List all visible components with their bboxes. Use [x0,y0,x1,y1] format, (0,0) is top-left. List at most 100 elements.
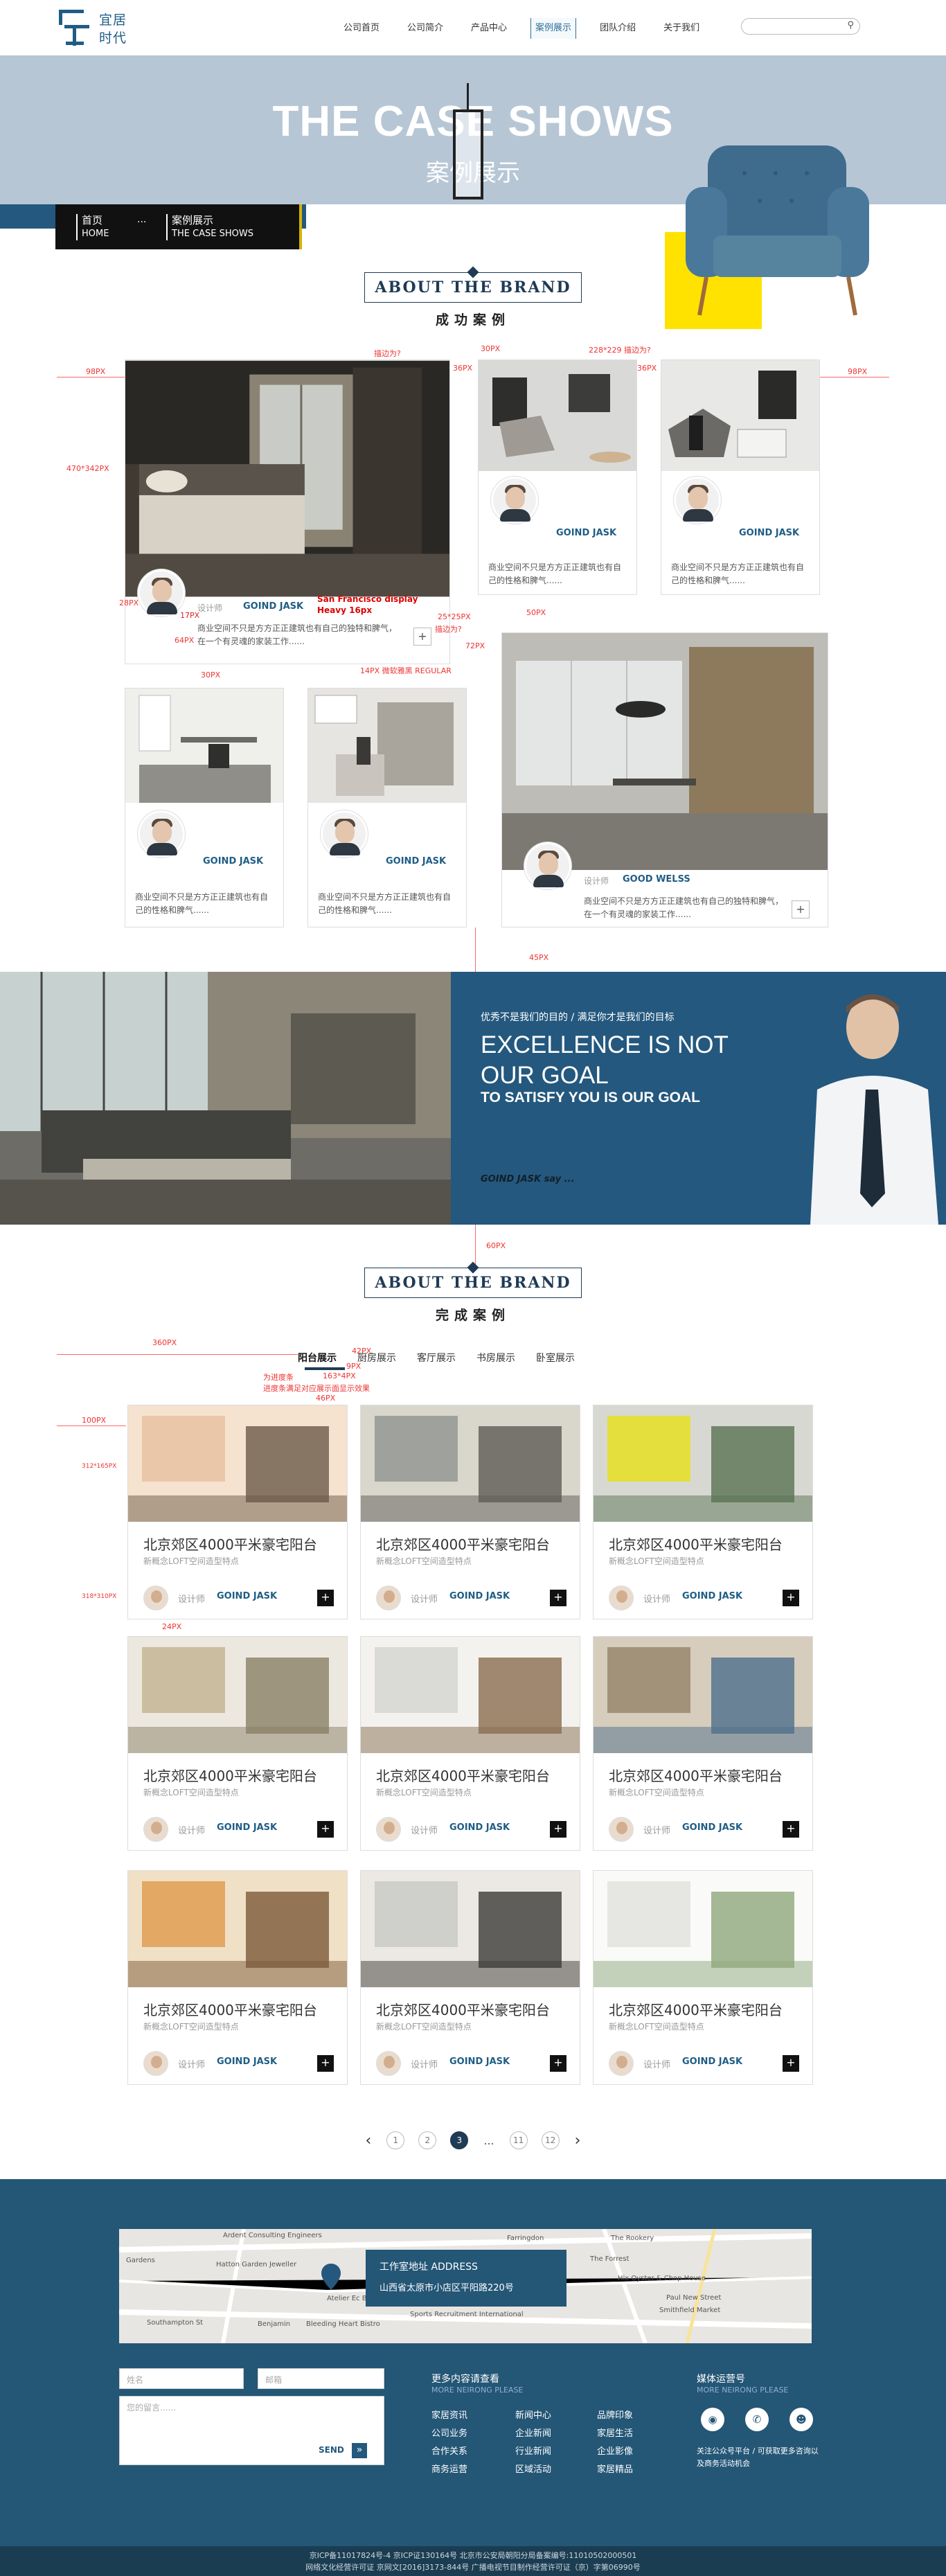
annotation: 描边为? [374,349,401,358]
more-button[interactable]: + [317,1821,334,1838]
annotation: 14PX 微软雅黑 REGULAR [360,666,452,675]
breadcrumb-current: 案例展示 THE CASE SHOWS [166,214,253,240]
nav-team[interactable]: 团队介绍 [596,18,640,39]
next-page-button[interactable]: › [575,2132,581,2149]
case-card-large[interactable]: 设计师 GOIND JASK 商业空间不只是方方正正建筑也有自己的独特和脾气，在… [125,359,450,664]
footer-link[interactable]: 品牌印象 [597,2408,633,2421]
designer-avatar [376,2051,401,2076]
breadcrumb-accent [299,204,302,249]
designer-avatar [524,842,571,889]
designer-name: GOIND JASK [449,2057,510,2067]
more-button[interactable]: + [783,1821,799,1838]
project-card[interactable]: 北京郊区4000平米豪宅阳台 新概念LOFT空间造型特点 设计师 GOIND JASK… [360,1636,580,1851]
send-button[interactable]: SEND [319,2445,344,2455]
annotation: 64PX [175,636,195,645]
footer-link[interactable]: 新闻中心 [515,2408,551,2421]
more-button[interactable]: + [550,1821,566,1838]
case-card-bl1[interactable]: GOIND JASK 商业空间不只是方方正正建筑也有自己的性格和脾气...... [125,688,284,927]
tab-living[interactable]: 客厅展示 [417,1351,456,1365]
tab-balcony[interactable]: 阳台展示 [298,1351,337,1365]
guide-line [475,1225,476,1268]
project-photo [128,1405,347,1522]
case-card-br[interactable]: 设计师 GOOD WELSS 商业空间不只是方方正正建筑也有自己的独特和脾气，在… [501,632,828,927]
nav-cases[interactable]: 案例展示 [530,18,577,39]
nav-products[interactable]: 产品中心 [467,18,511,39]
case-description: 商业空间不只是方方正正建筑也有自己的独特和脾气，在一个有灵魂的家装工作.....… [584,896,784,919]
annotation: 60PX [486,1241,506,1250]
annotation: 100PX [82,1416,107,1425]
message-field[interactable]: 您的留言...... [119,2396,384,2465]
case-card-tr2[interactable]: GOIND JASK 商业空间不只是方方正正建筑也有自己的性格和脾气...... [661,359,820,595]
wechat-icon[interactable]: ✆ [745,2408,769,2431]
email-field[interactable]: 邮箱 [258,2368,384,2389]
annotation: 46PX [316,1394,336,1403]
nav-about[interactable]: 公司简介 [403,18,447,39]
nav-contact[interactable]: 关于我们 [659,18,704,39]
more-button[interactable]: + [413,628,431,646]
project-title: 北京郊区4000平米豪宅阳台 [376,1768,550,1784]
annotation: 描边为? [435,625,462,634]
project-photo [128,1637,347,1753]
footer-link[interactable]: 企业新闻 [515,2426,551,2439]
location-map[interactable]: Farringdon The Rookery Ardent Consulting… [119,2229,812,2343]
footer-link[interactable]: 家居资讯 [431,2408,467,2421]
annotation: Heavy 16px [317,605,373,615]
project-card[interactable]: 北京郊区4000平米豪宅阳台 新概念LOFT空间造型特点 设计师 GOIND JASK… [127,1405,348,1619]
footer-link[interactable]: 商务运营 [431,2462,467,2475]
case-description: 商业空间不只是方方正正建筑也有自己的独特和脾气，在一个有灵魂的家装工作.....… [197,623,398,646]
more-button[interactable]: + [783,1590,799,1606]
project-card[interactable]: 北京郊区4000平米豪宅阳台 新概念LOFT空间造型特点 设计师 GOIND JASK… [593,1636,813,1851]
weibo-icon[interactable]: ◉ [701,2408,724,2431]
more-button[interactable]: + [792,900,810,918]
footer-link[interactable]: 行业新闻 [515,2444,551,2457]
page-button[interactable]: 2 [418,2131,437,2149]
tab-bedroom[interactable]: 卧室展示 [536,1351,575,1365]
footer-link[interactable]: 企业影像 [597,2444,633,2457]
logo[interactable]: 宜居 时代 [59,7,142,48]
page-button[interactable]: 1 [386,2131,405,2149]
more-button[interactable]: + [317,1590,334,1606]
footer-link[interactable]: 公司业务 [431,2426,467,2439]
media-title: 媒体运营号 [697,2374,745,2385]
project-card[interactable]: 北京郊区4000平米豪宅阳台 新概念LOFT空间造型特点 设计师 GOIND JASK… [127,1636,348,1851]
case-card-bl2[interactable]: GOIND JASK 商业空间不只是方方正正建筑也有自己的性格和脾气...... [307,688,467,927]
prev-page-button[interactable]: ‹ [366,2132,372,2149]
breadcrumb-home[interactable]: 首页 HOME [76,214,109,240]
footer-link[interactable]: 合作关系 [431,2444,467,2457]
dining-photo [502,633,828,870]
annotation: San Francisco display [317,594,418,604]
more-button[interactable]: + [783,2055,799,2072]
case-card-tr1[interactable]: GOIND JASK 商业空间不只是方方正正建筑也有自己的性格和脾气...... [478,359,637,595]
designer-avatar [143,1585,168,1610]
page-button[interactable]: 12 [541,2131,560,2149]
footer-link[interactable]: 家居生活 [597,2426,633,2439]
designer-avatar [321,810,368,858]
search-icon[interactable]: ⚲ [847,20,854,30]
project-title: 北京郊区4000平米豪宅阳台 [609,2002,783,2018]
project-card[interactable]: 北京郊区4000平米豪宅阳台 新概念LOFT空间造型特点 设计师 GOIND JASK… [593,1405,813,1619]
project-title: 北京郊区4000平米豪宅阳台 [143,1768,317,1784]
tab-study[interactable]: 书房展示 [476,1351,515,1365]
page: 宜居 时代 公司首页 公司简介 产品中心 案例展示 团队介绍 关于我们 ⚲ TH… [0,0,946,2576]
page-button[interactable]: 11 [509,2131,528,2149]
address-box: 工作室地址 ADDRESS 山西省太原市小店区平阳路220号 [366,2250,566,2307]
more-button[interactable]: + [550,2055,566,2072]
footer-link[interactable]: 区域活动 [515,2462,551,2475]
project-photo [361,1405,580,1522]
name-field[interactable]: 姓名 [119,2368,244,2389]
map-pin-icon [321,2264,341,2290]
search-input[interactable]: ⚲ [741,18,860,35]
more-button[interactable]: + [550,1590,566,1606]
project-card[interactable]: 北京郊区4000平米豪宅阳台 新概念LOFT空间造型特点 设计师 GOIND JASK… [360,1405,580,1619]
annotation: 312*165PX [82,1463,117,1470]
project-card[interactable]: 北京郊区4000平米豪宅阳台 新概念LOFT空间造型特点 设计师 GOIND JASK… [127,1870,348,2085]
send-arrow-icon[interactable]: » [352,2443,367,2458]
project-card[interactable]: 北京郊区4000平米豪宅阳台 新概念LOFT空间造型特点 设计师 GOIND JASK… [360,1870,580,2085]
page-button-current[interactable]: 3 [450,2131,469,2149]
nav-home[interactable]: 公司首页 [339,18,384,39]
tab-kitchen[interactable]: 厨房展示 [357,1351,396,1365]
footer-link[interactable]: 家居精品 [597,2462,633,2475]
project-card[interactable]: 北京郊区4000平米豪宅阳台 新概念LOFT空间造型特点 设计师 GOIND JASK… [593,1870,813,2085]
qq-icon[interactable]: ☻ [789,2408,813,2431]
more-button[interactable]: + [317,2055,334,2072]
